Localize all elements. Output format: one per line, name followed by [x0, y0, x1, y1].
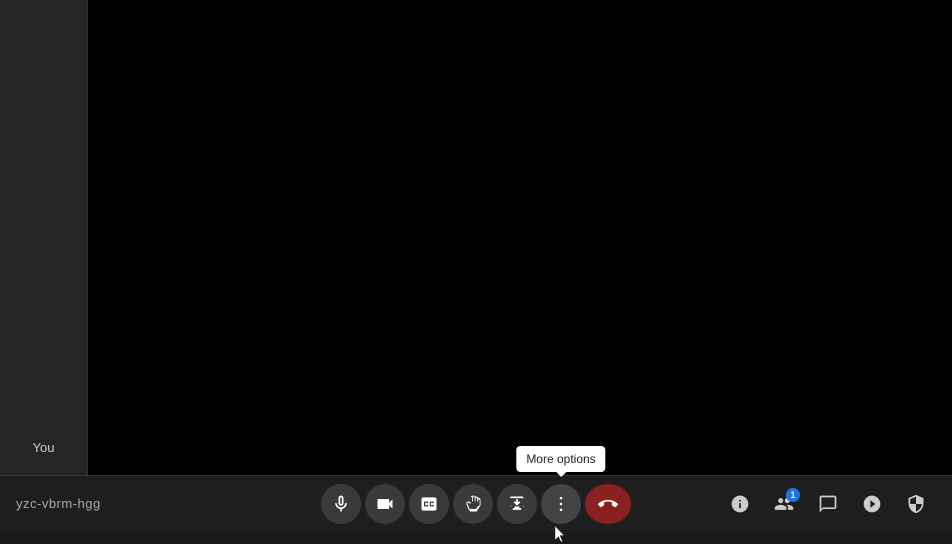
microphone-icon [331, 494, 351, 514]
raise-hand-icon [463, 494, 483, 514]
camera-button[interactable] [365, 484, 405, 524]
end-call-button[interactable] [585, 484, 631, 524]
activities-button[interactable] [852, 484, 892, 524]
participants-button[interactable]: 1 [764, 484, 804, 524]
right-controls: 1 [720, 484, 936, 524]
participant-label: You [33, 440, 55, 455]
info-icon [730, 494, 750, 514]
camera-icon [375, 494, 395, 514]
controls-center: More options [321, 484, 631, 524]
more-options-icon [551, 494, 571, 514]
video-area [88, 0, 952, 475]
chat-icon [818, 494, 838, 514]
safety-icon [906, 494, 926, 514]
bottom-bar: yzc-vbrm-hgg [0, 475, 952, 531]
left-sidebar: You [0, 0, 88, 475]
present-icon [507, 494, 527, 514]
main-container: You [0, 0, 952, 475]
captions-button[interactable] [409, 484, 449, 524]
more-options-button[interactable]: More options [541, 484, 581, 524]
present-button[interactable] [497, 484, 537, 524]
end-call-icon [598, 494, 618, 514]
raise-hand-button[interactable] [453, 484, 493, 524]
microphone-button[interactable] [321, 484, 361, 524]
captions-icon [419, 494, 439, 514]
cursor-icon [555, 526, 567, 544]
activities-icon [862, 494, 882, 514]
meeting-code: yzc-vbrm-hgg [16, 496, 101, 511]
chat-button[interactable] [808, 484, 848, 524]
participants-badge: 1 [786, 488, 800, 502]
info-button[interactable] [720, 484, 760, 524]
safety-button[interactable] [896, 484, 936, 524]
